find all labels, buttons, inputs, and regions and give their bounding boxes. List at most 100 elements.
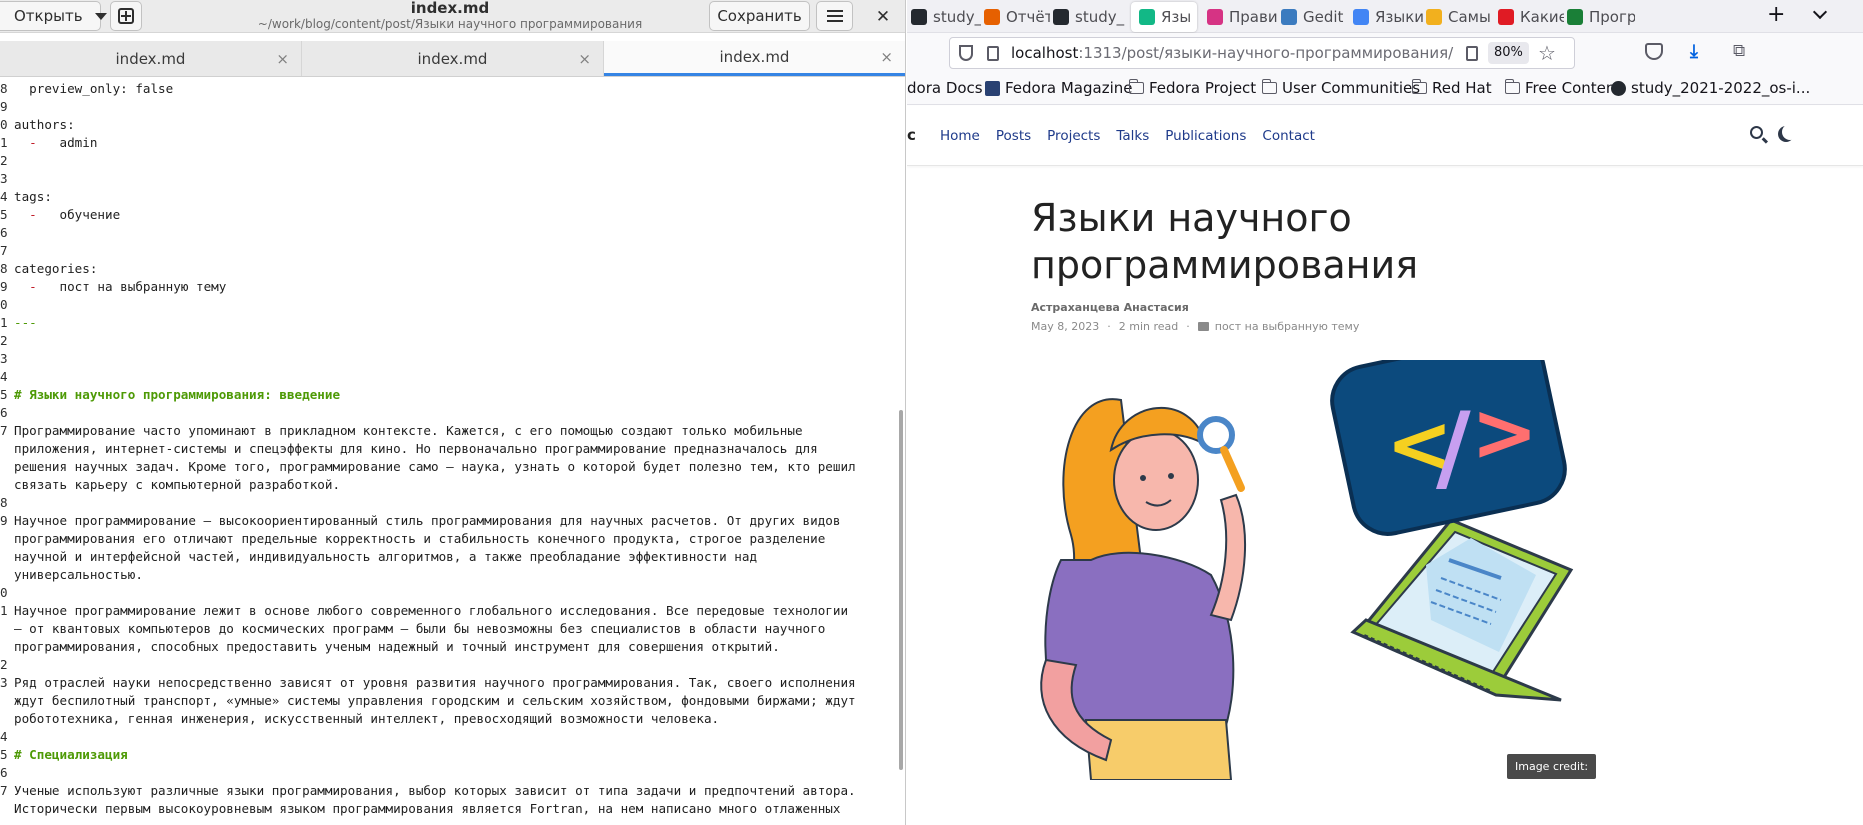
github-icon bbox=[1611, 80, 1626, 96]
bookmark-item[interactable]: Free Content bbox=[1504, 79, 1621, 97]
close-tab-icon[interactable]: × bbox=[578, 50, 591, 68]
folder-icon bbox=[1411, 79, 1427, 94]
line-text: приложения, интернет-системы и спецэффек… bbox=[14, 441, 818, 456]
browser-tab[interactable]: Язы✕ bbox=[1131, 2, 1197, 32]
browser-tab[interactable]: Какие bbox=[1498, 0, 1564, 33]
address-bar[interactable]: localhost :1313/post/языки-научного-прог… bbox=[949, 37, 1575, 69]
code-line: робототехника, генная инженерия, искусст… bbox=[0, 710, 903, 728]
line-number: 7 bbox=[0, 783, 8, 798]
line-number: 6 bbox=[0, 765, 8, 780]
line-number: 2 bbox=[0, 657, 8, 672]
document-tab[interactable]: index.md × bbox=[302, 41, 604, 76]
bookmark-item[interactable]: dora Docs bbox=[907, 79, 983, 97]
nav-link-projects[interactable]: Projects bbox=[1047, 128, 1100, 144]
browser-tab[interactable]: Gedit bbox=[1281, 0, 1349, 33]
site-navbar: c Home Posts Projects Talks Publications Cont… bbox=[907, 106, 1863, 166]
nav-link-posts[interactable]: Posts bbox=[996, 128, 1031, 144]
browser-tab[interactable]: Отчёт bbox=[984, 0, 1050, 33]
feather-icon bbox=[1207, 8, 1223, 25]
browser-tab[interactable]: Прави bbox=[1207, 0, 1277, 33]
search-icon[interactable] bbox=[1750, 126, 1763, 139]
browser-tab[interactable]: study_ bbox=[1053, 0, 1128, 33]
line-text: программирования его отличают предельные… bbox=[14, 531, 826, 546]
bookmark-item[interactable]: User Communities bbox=[1261, 79, 1420, 97]
line-number: 9 bbox=[0, 99, 8, 114]
bookmark-item[interactable]: Fedora Magazine bbox=[985, 79, 1133, 97]
line-number: 3 bbox=[0, 675, 8, 690]
code-line: 7 Программирование часто упоминают в прик… bbox=[0, 422, 903, 440]
gedit-icon bbox=[1281, 8, 1297, 25]
zoom-level-badge[interactable]: 80% bbox=[1488, 42, 1529, 64]
article-author[interactable]: Астраханцева Анастасия bbox=[1031, 301, 1631, 314]
new-tab-button[interactable] bbox=[110, 1, 142, 31]
line-text: научной и интерфейсной частей, индивидуа… bbox=[14, 549, 758, 564]
close-window-button[interactable]: ✕ bbox=[868, 4, 898, 30]
pocket-icon[interactable] bbox=[1645, 43, 1663, 60]
bookmark-star-icon[interactable]: ☆ bbox=[1538, 41, 1556, 65]
code-slash: / bbox=[1436, 393, 1471, 503]
folder-icon bbox=[1504, 79, 1520, 94]
article-date: May 8, 2023 bbox=[1031, 320, 1100, 333]
close-tab-icon[interactable]: × bbox=[880, 48, 893, 66]
line-text: — от квантовых компьютеров до космически… bbox=[14, 621, 826, 636]
line-number: 6 bbox=[0, 225, 8, 240]
line-text: - admin bbox=[14, 134, 97, 152]
save-button[interactable]: Сохранить bbox=[709, 1, 810, 31]
tab-label: index.md bbox=[417, 49, 488, 68]
editor-scrollbar[interactable] bbox=[899, 410, 903, 770]
extensions-icon[interactable]: ⧉ bbox=[1733, 41, 1745, 61]
shield-icon[interactable] bbox=[959, 45, 973, 61]
browser-tab[interactable]: Прогр bbox=[1567, 0, 1635, 33]
moon-icon[interactable] bbox=[1782, 124, 1798, 140]
m-icon bbox=[984, 8, 1000, 25]
line-number: 0 bbox=[0, 585, 8, 600]
window-title: index.md ~/work/blog/content/post/Языки … bbox=[250, 0, 650, 33]
nav-link-home[interactable]: Home bbox=[940, 128, 980, 144]
meta-separator: · bbox=[1186, 320, 1190, 333]
bookmark-label: Red Hat bbox=[1432, 79, 1492, 97]
document-tab[interactable]: index.md × bbox=[0, 41, 302, 76]
line-text: # Специализация bbox=[14, 747, 128, 762]
nav-link-contact[interactable]: Contact bbox=[1262, 128, 1315, 144]
bookmark-item[interactable]: Fedora Project bbox=[1128, 79, 1256, 97]
folder-icon bbox=[1197, 322, 1209, 331]
bookmark-item[interactable]: Red Hat bbox=[1411, 79, 1492, 97]
new-tab-button[interactable]: + bbox=[1767, 2, 1785, 27]
line-number: 1 bbox=[0, 603, 8, 618]
hamburger-menu-button[interactable] bbox=[816, 1, 853, 31]
list-all-tabs-icon[interactable] bbox=[1812, 4, 1828, 20]
code-line: программирования, способных предоставить… bbox=[0, 638, 903, 656]
close-tab-icon[interactable]: × bbox=[276, 50, 289, 68]
list-value: пост на выбранную тему bbox=[44, 279, 227, 294]
browser-tab[interactable]: study_ bbox=[911, 0, 981, 33]
line-text: программирования, способных предоставить… bbox=[14, 639, 780, 654]
browser-tab-label: Языки bbox=[1375, 7, 1423, 26]
line-text: # Языки научного программирования: введе… bbox=[14, 387, 341, 402]
line-number: 7 bbox=[0, 243, 8, 258]
line-text: ждут беспилотный транспорт, «умные» сист… bbox=[14, 693, 856, 708]
list-value: обучение bbox=[44, 207, 121, 222]
code-line: 9 Научное программирование — высокоориент… bbox=[0, 512, 903, 530]
code-line: приложения, интернет-системы и спецэффек… bbox=[0, 440, 903, 458]
download-icon[interactable]: ⤓ bbox=[1690, 41, 1698, 62]
line-number: 2 bbox=[0, 153, 8, 168]
site-logo[interactable]: c bbox=[907, 126, 916, 144]
code-line: 7 bbox=[0, 242, 903, 260]
meta-separator: · bbox=[1107, 320, 1111, 333]
article-category[interactable]: пост на выбранную тему bbox=[1215, 320, 1360, 333]
browser-tab[interactable]: Языки bbox=[1353, 0, 1423, 33]
woman-illustration bbox=[1040, 398, 1247, 780]
nav-link-publications[interactable]: Publications bbox=[1165, 128, 1246, 144]
title-line-1: Языки научного bbox=[1031, 196, 1352, 240]
nav-link-talks[interactable]: Talks bbox=[1116, 128, 1149, 144]
document-tab-active[interactable]: index.md × bbox=[604, 41, 905, 76]
text-editor[interactable]: 8 preview_only: false 9 0 authors: 1 - admin… bbox=[0, 80, 903, 825]
bookmark-item[interactable]: study_2021-2022_os-i... bbox=[1611, 79, 1810, 97]
browser-tab[interactable]: Самы bbox=[1426, 0, 1494, 33]
open-button[interactable]: Открыть bbox=[0, 1, 107, 31]
reader-view-icon[interactable] bbox=[1466, 46, 1478, 61]
line-text: Научное программирование лежит в основе … bbox=[14, 603, 849, 618]
hugo-icon bbox=[1139, 9, 1155, 25]
browser-tab-label: Прогр bbox=[1589, 7, 1635, 26]
line-number: 3 bbox=[0, 171, 8, 186]
